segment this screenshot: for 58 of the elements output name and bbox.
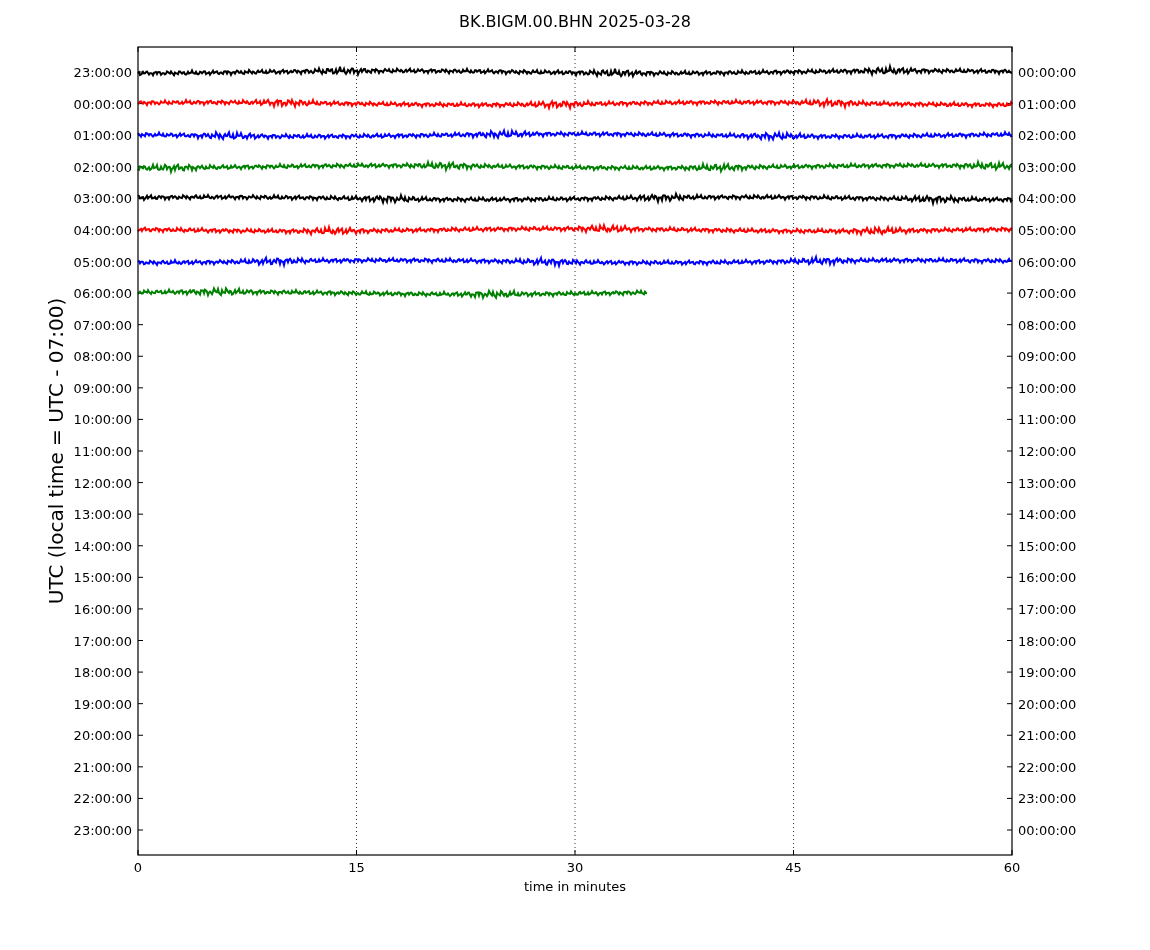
tick-label: 00:00:00 bbox=[1018, 65, 1077, 80]
tick-label: 02:00:00 bbox=[1018, 128, 1077, 144]
tick-label: 15:00:00 bbox=[73, 570, 132, 586]
tick-label: 07:00:00 bbox=[73, 317, 132, 333]
tick-label: 20:00:00 bbox=[73, 728, 132, 744]
tick-label: 22:00:00 bbox=[73, 791, 132, 807]
tick-label: 0 bbox=[133, 860, 143, 875]
tick-label: 19:00:00 bbox=[73, 696, 132, 712]
tick-label: 11:00:00 bbox=[73, 444, 132, 459]
tick-label: 23:00:00 bbox=[73, 65, 132, 80]
tick-label: 04:00:00 bbox=[1018, 191, 1077, 207]
tick-label: 13:00:00 bbox=[73, 507, 132, 523]
tick-label: 17:00:00 bbox=[73, 633, 132, 649]
tick-label: 14:00:00 bbox=[73, 538, 132, 554]
tick-label: 11:00:00 bbox=[1018, 412, 1077, 428]
tick-label: 07:00:00 bbox=[1018, 286, 1077, 302]
tick-label: 15:00:00 bbox=[1018, 538, 1077, 554]
tick-label: 21:00:00 bbox=[1018, 728, 1077, 744]
tick-label: 45 bbox=[785, 860, 802, 875]
tick-label: 10:00:00 bbox=[1018, 380, 1077, 396]
tick-label: 16:00:00 bbox=[1018, 570, 1077, 586]
tick-label: 05:00:00 bbox=[1018, 222, 1077, 238]
tick-label: 06:00:00 bbox=[73, 286, 132, 302]
tick-label: 02:00:00 bbox=[73, 159, 132, 175]
chart-title: BK.BIGM.00.BHN 2025-03-28 bbox=[459, 12, 691, 31]
tick-label: 23:00:00 bbox=[73, 823, 132, 838]
tick-label: 03:00:00 bbox=[73, 191, 132, 207]
tick-label: 03:00:00 bbox=[1018, 159, 1077, 175]
tick-label: 09:00:00 bbox=[73, 380, 132, 396]
tick-label: 20:00:00 bbox=[1018, 696, 1077, 712]
tick-label: 18:00:00 bbox=[1018, 633, 1077, 649]
tick-label: 12:00:00 bbox=[73, 475, 132, 491]
tick-label: 00:00:00 bbox=[1018, 823, 1077, 838]
tick-label: 13:00:00 bbox=[1018, 475, 1077, 491]
tick-label: 06:00:00 bbox=[1018, 254, 1077, 270]
tick-label: 04:00:00 bbox=[73, 222, 132, 238]
tick-label: 23:00:00 bbox=[1018, 791, 1077, 807]
tick-label: 30 bbox=[566, 860, 584, 875]
tick-label: 14:00:00 bbox=[1018, 507, 1077, 523]
tick-label: 19:00:00 bbox=[1018, 665, 1077, 681]
tick-label: 12:00:00 bbox=[1018, 444, 1077, 459]
tick-label: 05:00:00 bbox=[73, 254, 132, 270]
tick-label: 15 bbox=[348, 860, 365, 875]
tick-label: 10:00:00 bbox=[73, 412, 132, 428]
tick-label: 01:00:00 bbox=[1018, 96, 1077, 112]
tick-label: 21:00:00 bbox=[73, 759, 132, 775]
tick-label: 22:00:00 bbox=[1018, 759, 1077, 775]
tick-label: 17:00:00 bbox=[1018, 601, 1077, 617]
tick-label: 08:00:00 bbox=[1018, 317, 1077, 333]
tick-label: 01:00:00 bbox=[73, 128, 132, 144]
axis-label: time in minutes bbox=[523, 879, 627, 894]
tick-label: 00:00:00 bbox=[73, 96, 132, 112]
tick-label: 16:00:00 bbox=[73, 601, 132, 617]
tick-label: 08:00:00 bbox=[73, 349, 132, 365]
axis-label: UTC (local time = UTC - 07:00) bbox=[44, 297, 68, 605]
tick-label: 18:00:00 bbox=[73, 665, 132, 681]
tick-label: 60 bbox=[1003, 860, 1021, 875]
tick-label: 09:00:00 bbox=[1018, 349, 1077, 365]
